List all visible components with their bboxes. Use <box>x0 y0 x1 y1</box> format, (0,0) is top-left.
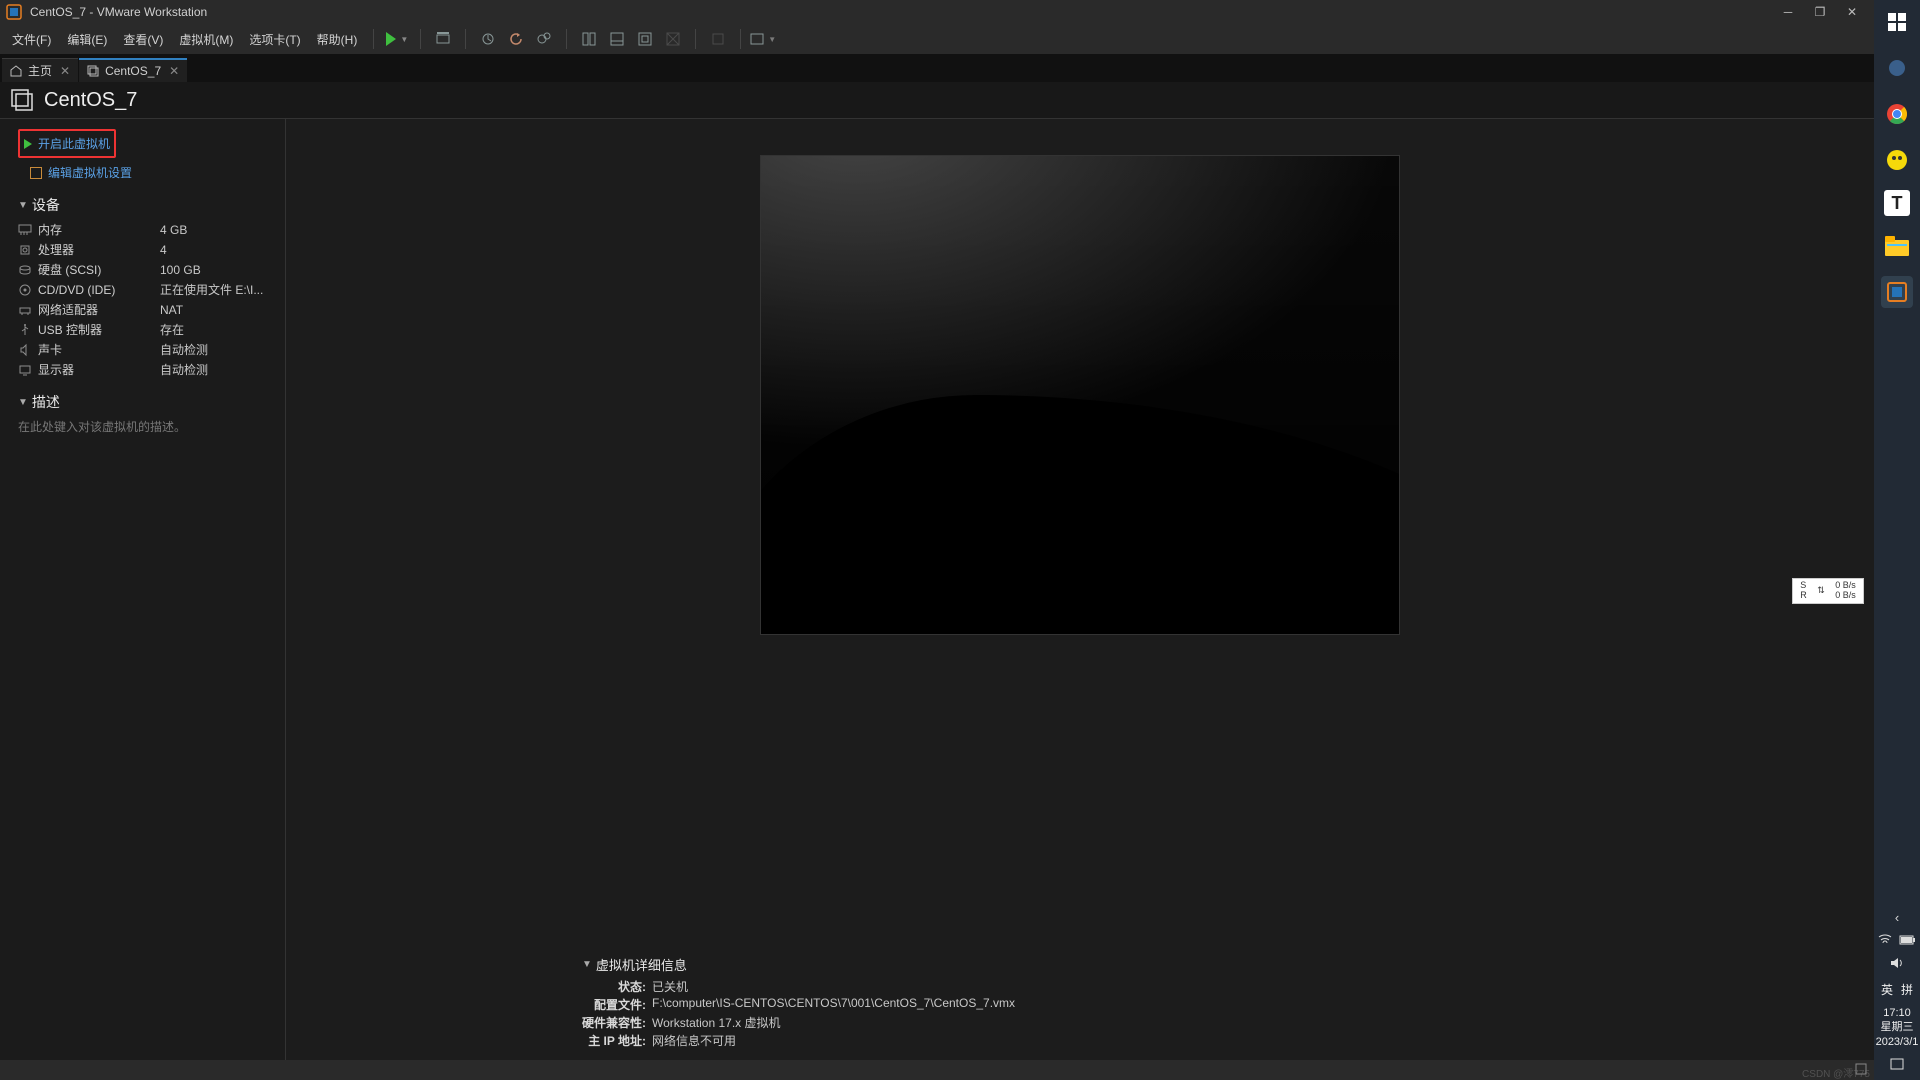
toolbar-snapshot-manager-icon[interactable] <box>534 29 554 49</box>
taskbar-app-1[interactable] <box>1881 52 1913 84</box>
play-icon <box>24 139 32 149</box>
toolbar-view-console-icon[interactable] <box>579 29 599 49</box>
volume-icon[interactable] <box>1890 956 1904 973</box>
sound-icon <box>18 343 32 357</box>
tab-label: 主页 <box>28 62 52 79</box>
cd-icon <box>18 283 32 297</box>
play-icon <box>386 32 396 46</box>
disk-icon <box>18 263 32 277</box>
statusbar <box>0 1060 1874 1080</box>
detail-row: 状态:已关机 <box>582 978 1015 995</box>
device-row-cd[interactable]: CD/DVD (IDE)正在使用文件 E:\I... <box>18 281 269 298</box>
toolbar-view-single-icon[interactable] <box>607 29 627 49</box>
tab-label: CentOS_7 <box>105 64 161 78</box>
menu-vm[interactable]: 虚拟机(M) <box>171 27 241 52</box>
notifications-icon[interactable] <box>1890 1057 1904 1074</box>
net-chevron-icon: ⇅ <box>1817 586 1825 596</box>
detail-row: 主 IP 地址:网络信息不可用 <box>582 1032 1015 1049</box>
cpu-icon <box>18 243 32 257</box>
vm-preview-screen <box>760 155 1400 635</box>
vm-name: CentOS_7 <box>44 89 137 112</box>
tab-centos7[interactable]: CentOS_7 ✕ <box>79 58 187 82</box>
tab-close-icon[interactable]: ✕ <box>60 64 70 78</box>
menu-file[interactable]: 文件(F) <box>4 27 59 52</box>
toolbar-unity-icon[interactable] <box>663 29 683 49</box>
edit-icon <box>30 167 42 179</box>
minimize-button[interactable]: ─ <box>1772 0 1804 24</box>
tray-chevron-icon[interactable]: ‹ <box>1895 910 1899 925</box>
wifi-icon[interactable] <box>1878 933 1892 948</box>
display-icon <box>18 363 32 377</box>
device-row-sound[interactable]: 声卡自动检测 <box>18 341 269 358</box>
menu-edit[interactable]: 编辑(E) <box>59 27 115 52</box>
detail-row: 硬件兼容性:Workstation 17.x 虚拟机 <box>582 1014 1015 1031</box>
vm-header: CentOS_7 <box>0 82 1874 118</box>
power-on-highlight: 开启此虚拟机 <box>18 129 116 158</box>
edit-vm-settings-link[interactable]: 编辑虚拟机设置 <box>30 164 269 181</box>
description-placeholder[interactable]: 在此处键入对该虚拟机的描述。 <box>18 418 269 435</box>
ime-indicator[interactable]: 英拼 <box>1881 981 1913 998</box>
battery-icon[interactable] <box>1900 933 1916 948</box>
device-row-display[interactable]: 显示器自动检测 <box>18 361 269 378</box>
chevron-down-icon: ▼ <box>18 397 28 408</box>
vm-icon <box>87 65 99 77</box>
close-button[interactable]: ✕ <box>1836 0 1868 24</box>
toolbar-snapshot-icon[interactable] <box>478 29 498 49</box>
detail-row: 配置文件:F:\computer\IS-CENTOS\CENTOS\7\001\… <box>582 996 1015 1013</box>
chevron-down-icon: ▼ <box>18 200 28 211</box>
description-section-header[interactable]: ▼ 描述 <box>18 392 269 412</box>
taskbar-app-4[interactable]: T <box>1884 190 1910 216</box>
power-on-vm-link[interactable]: 开启此虚拟机 <box>24 135 110 152</box>
usb-icon <box>18 323 32 337</box>
menu-tabs[interactable]: 选项卡(T) <box>241 27 308 52</box>
device-row-usb[interactable]: USB 控制器存在 <box>18 321 269 338</box>
toolbar-fullscreen-icon[interactable] <box>635 29 655 49</box>
vm-details: ▼虚拟机详细信息 状态:已关机 配置文件:F:\computer\IS-CENT… <box>582 955 1015 1050</box>
watermark: CSDN @澪775 <box>1802 1065 1870 1080</box>
vm-header-icon <box>10 88 34 112</box>
toolbar-stretch-icon[interactable] <box>708 29 728 49</box>
maximize-button[interactable]: ❐ <box>1804 0 1836 24</box>
device-row-net[interactable]: 网络适配器NAT <box>18 301 269 318</box>
toolbar-send-ctrlaltdel-icon[interactable] <box>433 29 453 49</box>
memory-icon <box>18 223 32 237</box>
os-taskbar: T ‹ 英拼 17:10 星期三 2023/3/1 <box>1874 0 1920 1080</box>
network-speed-widget[interactable]: SR ⇅ 0 B/s0 B/s <box>1792 578 1864 604</box>
menu-view[interactable]: 查看(V) <box>115 27 171 52</box>
taskbar-vmware-icon[interactable] <box>1881 276 1913 308</box>
vmware-logo-icon <box>6 4 22 20</box>
toolbar-power-dropdown[interactable]: ▼ <box>386 32 408 46</box>
taskbar-app-3[interactable] <box>1881 144 1913 176</box>
taskbar-explorer-icon[interactable] <box>1881 230 1913 262</box>
preview-area: ▼虚拟机详细信息 状态:已关机 配置文件:F:\computer\IS-CENT… <box>286 119 1874 1060</box>
tab-strip: 主页 ✕ CentOS_7 ✕ <box>0 54 1874 82</box>
chevron-down-icon: ▼ <box>582 959 592 970</box>
toolbar-layout-dropdown[interactable]: ▼ <box>753 29 773 49</box>
device-row-memory[interactable]: 内存4 GB <box>18 221 269 238</box>
tab-close-icon[interactable]: ✕ <box>169 64 179 78</box>
menu-help[interactable]: 帮助(H) <box>309 27 366 52</box>
window-title: CentOS_7 - VMware Workstation <box>30 5 207 19</box>
titlebar: CentOS_7 - VMware Workstation ─ ❐ ✕ <box>0 0 1874 24</box>
taskbar-chrome-icon[interactable] <box>1881 98 1913 130</box>
device-row-disk[interactable]: 硬盘 (SCSI)100 GB <box>18 261 269 278</box>
tab-home[interactable]: 主页 ✕ <box>2 58 78 82</box>
device-row-cpu[interactable]: 处理器4 <box>18 241 269 258</box>
network-icon <box>18 303 32 317</box>
home-icon <box>10 65 22 77</box>
start-button[interactable] <box>1881 6 1913 38</box>
details-header[interactable]: ▼虚拟机详细信息 <box>582 955 1015 974</box>
sidebar: 开启此虚拟机 编辑虚拟机设置 ▼ 设备 内存4 GB 处理器4 硬盘 (SCSI… <box>0 119 286 1060</box>
devices-section-header[interactable]: ▼ 设备 <box>18 195 269 215</box>
menubar: 文件(F) 编辑(E) 查看(V) 虚拟机(M) 选项卡(T) 帮助(H) ▼ … <box>0 24 1874 54</box>
toolbar-revert-icon[interactable] <box>506 29 526 49</box>
system-clock[interactable]: 17:10 星期三 2023/3/1 <box>1876 1006 1919 1049</box>
